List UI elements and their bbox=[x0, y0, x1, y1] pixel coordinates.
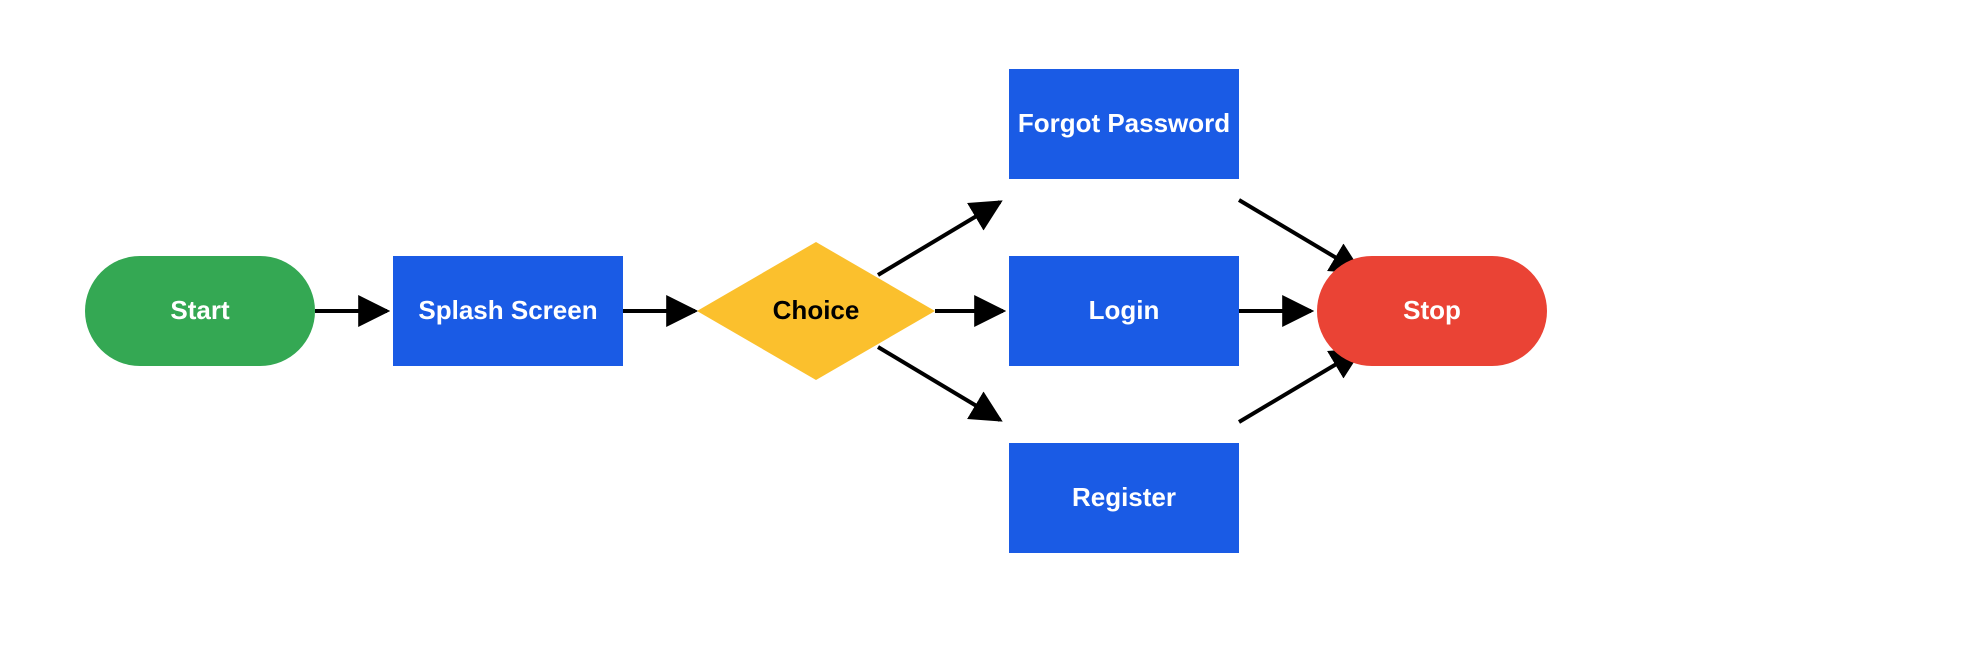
register-node: Register bbox=[1009, 443, 1239, 553]
stop-node: Stop bbox=[1317, 256, 1547, 366]
login-node: Login bbox=[1009, 256, 1239, 366]
arrow-forgot-stop bbox=[1239, 200, 1360, 272]
forgot-label: Forgot Password bbox=[1018, 108, 1230, 138]
choice-label: Choice bbox=[773, 295, 860, 325]
start-node: Start bbox=[85, 256, 315, 366]
arrow-choice-forgot bbox=[878, 202, 1000, 275]
forgot-node: Forgot Password bbox=[1009, 69, 1239, 179]
arrow-choice-register bbox=[878, 347, 1000, 420]
login-label: Login bbox=[1089, 295, 1160, 325]
start-label: Start bbox=[170, 295, 230, 325]
stop-label: Stop bbox=[1403, 295, 1461, 325]
register-label: Register bbox=[1072, 482, 1176, 512]
arrow-register-stop bbox=[1239, 350, 1360, 422]
splash-label: Splash Screen bbox=[418, 295, 597, 325]
splash-node: Splash Screen bbox=[393, 256, 623, 366]
flowchart-diagram: Start Splash Screen Choice Forgot Passwo… bbox=[0, 0, 1986, 668]
